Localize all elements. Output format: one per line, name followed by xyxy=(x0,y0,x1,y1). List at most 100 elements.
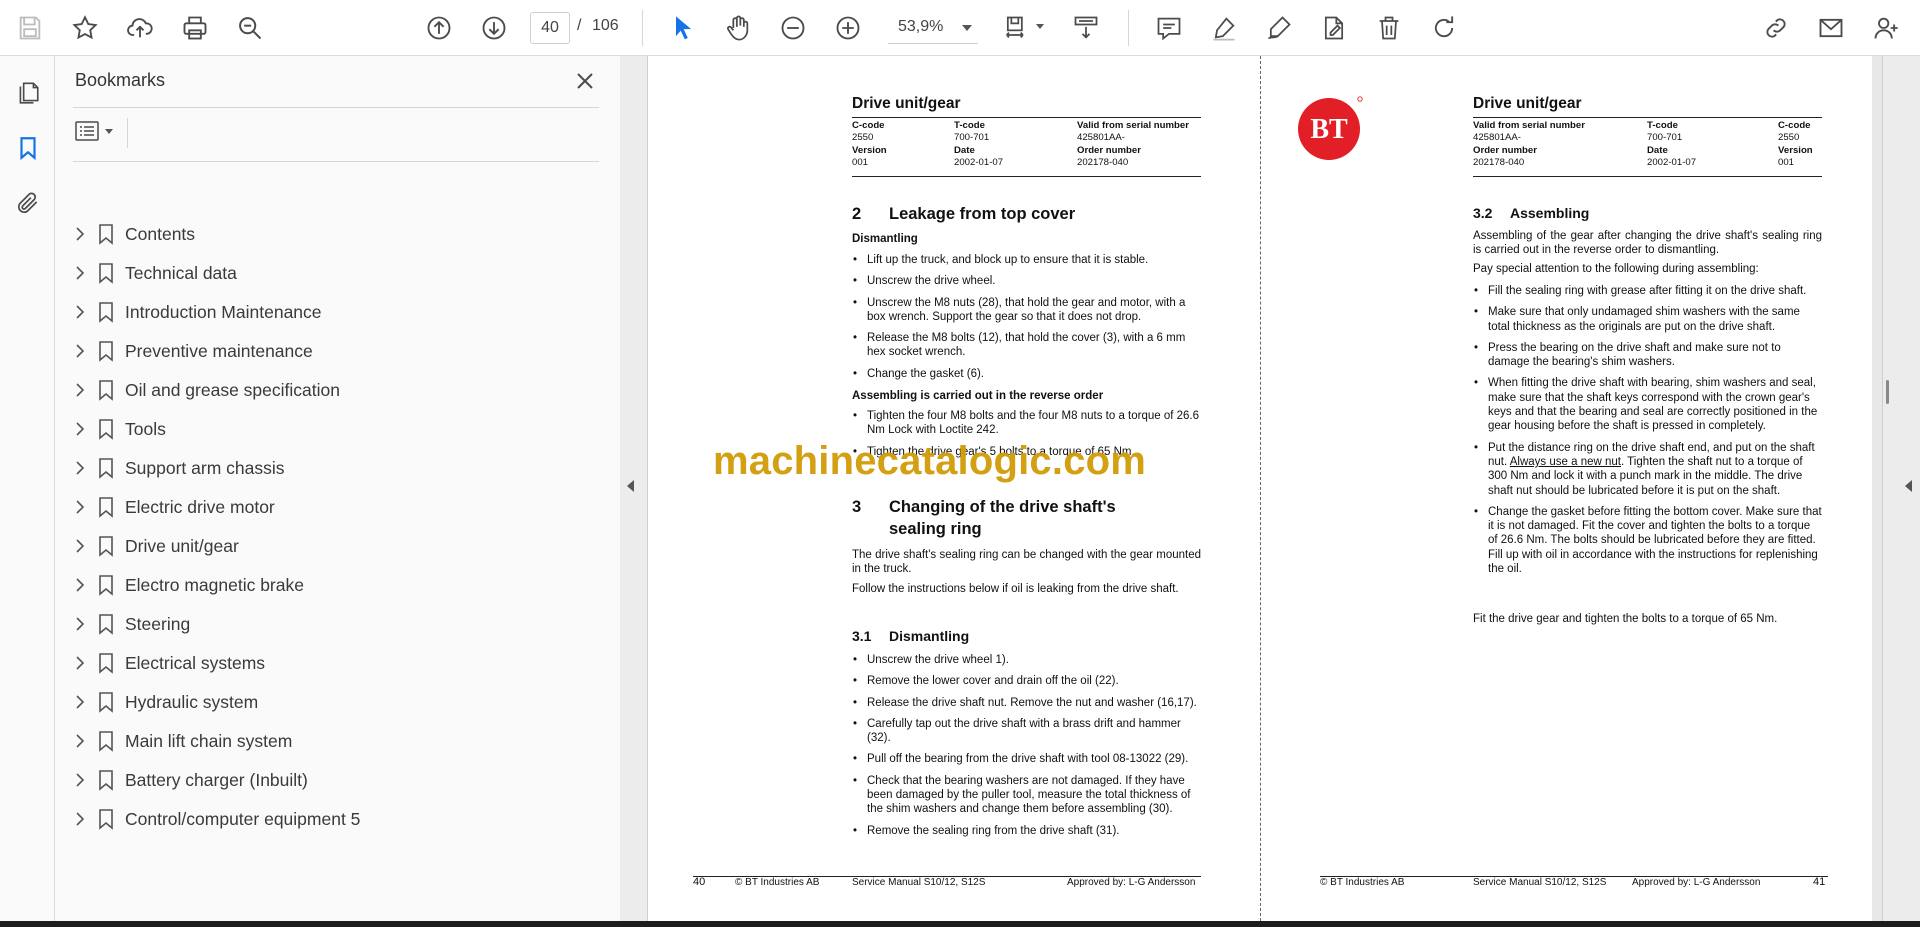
header-rule xyxy=(852,176,1201,177)
upload-cloud-icon[interactable] xyxy=(120,8,160,48)
subsection-title: Assembling xyxy=(1510,205,1590,221)
chevron-right-icon[interactable] xyxy=(72,499,88,515)
comment-icon[interactable] xyxy=(1149,8,1189,48)
previous-page-icon[interactable] xyxy=(419,8,459,48)
page-number-input[interactable]: 40 xyxy=(530,12,570,44)
page-fit-icon[interactable] xyxy=(996,8,1036,48)
hand-tool-icon[interactable] xyxy=(718,8,758,48)
bookmark-item[interactable]: Battery charger (Inbuilt) xyxy=(55,762,595,798)
list-item: Put the distance ring on the drive shaft… xyxy=(1473,441,1822,498)
bookmark-options-button[interactable] xyxy=(75,116,121,146)
chevron-right-icon[interactable] xyxy=(72,265,88,281)
version-value: 001 xyxy=(852,156,869,168)
chevron-right-icon[interactable] xyxy=(72,304,88,320)
main-toolbar: 40 / 106 53,9% xyxy=(0,0,1920,56)
c-code-value: 2550 xyxy=(852,132,874,144)
chevron-right-icon[interactable] xyxy=(72,616,88,632)
chevron-right-icon[interactable] xyxy=(72,343,88,359)
chevron-right-icon[interactable] xyxy=(72,655,88,671)
paragraph: Follow the instructions below if oil is … xyxy=(852,583,1179,595)
bullet-list: Unscrew the drive wheel 1). Remove the l… xyxy=(852,653,1201,845)
bookmark-icon xyxy=(99,653,113,674)
bookmark-item[interactable]: Drive unit/gear xyxy=(55,528,595,564)
chevron-right-icon[interactable] xyxy=(72,811,88,827)
bookmark-item[interactable]: Electric drive motor xyxy=(55,489,595,525)
zoom-in-icon[interactable] xyxy=(828,8,868,48)
bookmark-item[interactable]: Electro magnetic brake xyxy=(55,567,595,603)
chevron-right-icon[interactable] xyxy=(72,694,88,710)
star-icon[interactable] xyxy=(65,8,105,48)
bookmark-label: Contents xyxy=(125,224,196,244)
select-cursor-icon[interactable] xyxy=(663,8,703,48)
bookmark-item[interactable]: Contents xyxy=(55,216,595,252)
bookmark-item[interactable]: Tools xyxy=(55,411,595,447)
email-icon[interactable] xyxy=(1811,8,1851,48)
chevron-down-icon[interactable] xyxy=(1036,24,1044,29)
section-number: 2 xyxy=(852,205,862,223)
bookmark-icon xyxy=(99,809,113,830)
list-item: Fill the sealing ring with grease after … xyxy=(1473,284,1822,299)
chevron-right-icon[interactable] xyxy=(72,460,88,476)
scrollbar-thumb[interactable] xyxy=(1886,380,1889,404)
chevron-right-icon[interactable] xyxy=(72,382,88,398)
fill-sign-icon[interactable] xyxy=(1314,8,1354,48)
zoom-level-select[interactable]: 53,9% xyxy=(888,12,978,44)
list-item: Carefully tap out the drive shaft with a… xyxy=(852,717,1201,746)
chevron-right-icon[interactable] xyxy=(72,733,88,749)
bookmark-icon xyxy=(99,575,113,596)
delete-trash-icon[interactable] xyxy=(1369,8,1409,48)
panel-title: Bookmarks xyxy=(75,70,166,90)
share-link-icon[interactable] xyxy=(1756,8,1796,48)
bookmark-item[interactable]: Control/computer equipment 5 xyxy=(55,801,595,837)
scroll-mode-icon[interactable] xyxy=(1066,8,1106,48)
list-options-icon xyxy=(75,121,99,141)
chevron-right-icon[interactable] xyxy=(72,577,88,593)
zoom-out-icon[interactable] xyxy=(773,8,813,48)
chevron-right-icon[interactable] xyxy=(72,538,88,554)
next-page-icon[interactable] xyxy=(474,8,514,48)
bookmark-icon xyxy=(99,419,113,440)
bookmark-item[interactable]: Preventive maintenance xyxy=(55,333,595,369)
list-item: Unscrew the M8 nuts (28), that hold the … xyxy=(852,296,1201,325)
list-item: Remove the sealing ring from the drive s… xyxy=(852,824,1201,839)
add-user-icon[interactable] xyxy=(1866,8,1906,48)
valid-serial-label: Valid from serial number xyxy=(1077,120,1189,131)
expand-right-pane-icon[interactable] xyxy=(1905,480,1912,492)
page-thumbnails-icon[interactable] xyxy=(9,74,47,112)
save-icon[interactable] xyxy=(10,8,50,48)
highlight-pen-icon[interactable] xyxy=(1204,8,1244,48)
bookmark-item[interactable]: Support arm chassis xyxy=(55,450,595,486)
close-icon[interactable] xyxy=(571,67,599,95)
bookmark-item[interactable]: Technical data xyxy=(55,255,595,291)
bullet-list: Lift up the truck, and block up to ensur… xyxy=(852,253,1201,388)
draw-pen-icon[interactable] xyxy=(1259,8,1299,48)
list-item: Unscrew the drive wheel. xyxy=(852,274,1201,289)
print-icon[interactable] xyxy=(175,8,215,48)
toolbar-divider xyxy=(642,10,643,46)
bookmark-item[interactable]: Electrical systems xyxy=(55,645,595,681)
date-value: 2002-01-07 xyxy=(1647,156,1697,168)
panel-splitter[interactable] xyxy=(620,56,648,921)
subsection-title: Dismantling xyxy=(889,628,970,644)
rotate-icon[interactable] xyxy=(1424,8,1464,48)
bookmark-item[interactable]: Introduction Maintenance xyxy=(55,294,595,330)
list-item: Press the bearing on the drive shaft and… xyxy=(1473,341,1822,370)
bookmarks-panel: Bookmarks Contents Technical data Introd… xyxy=(55,56,620,921)
bookmark-item[interactable]: Steering xyxy=(55,606,595,642)
bookmark-icon xyxy=(99,497,113,518)
collapse-panel-icon[interactable] xyxy=(627,480,634,492)
chevron-down-icon xyxy=(962,25,972,31)
chevron-right-icon[interactable] xyxy=(72,421,88,437)
chevron-right-icon[interactable] xyxy=(72,226,88,242)
bookmark-item[interactable]: Main lift chain system xyxy=(55,723,595,759)
svg-text:BT: BT xyxy=(1310,114,1348,145)
document-pages[interactable]: Drive unit/gear C-code T-code Valid from… xyxy=(648,56,1872,921)
attachments-icon[interactable] xyxy=(9,184,47,222)
bookmarks-panel-icon[interactable] xyxy=(9,129,47,167)
find-zoom-icon[interactable] xyxy=(230,8,270,48)
chevron-right-icon[interactable] xyxy=(72,772,88,788)
bookmark-item[interactable]: Oil and grease specification xyxy=(55,372,595,408)
bookmark-label: Main lift chain system xyxy=(125,731,293,751)
list-item: Make sure that only undamaged shim washe… xyxy=(1473,305,1822,334)
bookmark-item[interactable]: Hydraulic system xyxy=(55,684,595,720)
